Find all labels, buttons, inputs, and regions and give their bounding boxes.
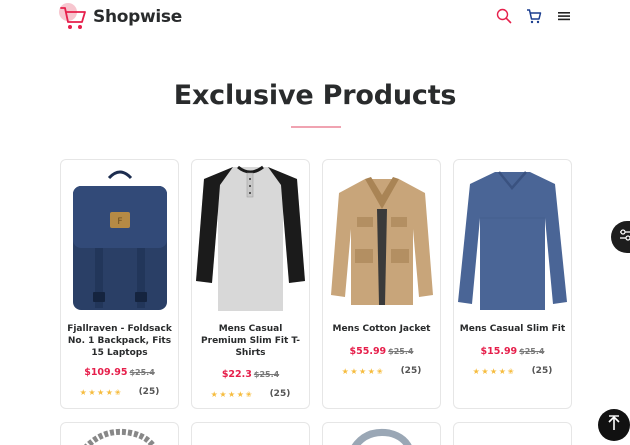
product-old-price: $25.4 (519, 347, 545, 356)
price-row: $22.3 $25.4 (192, 369, 309, 380)
title-underline (291, 126, 341, 128)
brand-logo[interactable]: Shopwise (58, 2, 182, 32)
product-image-bracelet[interactable] (61, 423, 178, 445)
menu-icon[interactable] (556, 8, 572, 24)
review-count: (25) (400, 366, 422, 376)
header-actions (496, 8, 572, 24)
product-image-jacket[interactable] (323, 160, 440, 317)
product-card[interactable] (60, 422, 179, 445)
product-old-price: $25.4 (129, 368, 155, 377)
product-name[interactable]: Mens Casual Slim Fit (454, 317, 571, 335)
product-price: $55.99 (349, 346, 387, 357)
scroll-to-top-button[interactable] (598, 409, 630, 441)
product-card[interactable] (191, 422, 310, 445)
product-card[interactable] (322, 422, 441, 445)
product-name[interactable]: Fjallraven - Foldsack No. 1 Backpack, Fi… (61, 317, 178, 359)
cart-icon[interactable] (526, 8, 542, 24)
shopping-cart-logo-icon (58, 2, 90, 32)
product-image-backpack[interactable]: F (61, 160, 178, 317)
product-card[interactable] (453, 422, 572, 445)
product-rating: ★★★★✬ (25) (61, 387, 178, 397)
product-price: $109.95 (84, 367, 128, 378)
star-rating-icon: ★★★★✬ (210, 389, 254, 399)
product-image-ring[interactable] (323, 423, 440, 445)
product-image-tshirt[interactable] (192, 160, 309, 317)
price-row: $55.99 $25.4 (323, 346, 440, 357)
product-rating: ★★★★✬ (25) (323, 366, 440, 376)
product-card[interactable]: Mens Casual Slim Fit $15.99 $25.4 ★★★★✬ (… (453, 159, 572, 409)
product-price: $15.99 (480, 346, 518, 357)
section-title: Exclusive Products (173, 80, 457, 111)
price-row: $15.99 $25.4 (454, 346, 571, 357)
arrow-up-icon (607, 414, 621, 436)
star-rating-icon: ★★★★✬ (341, 366, 385, 376)
search-icon[interactable] (496, 8, 512, 24)
star-rating-icon: ★★★★✬ (79, 387, 123, 397)
review-count: (25) (531, 366, 553, 376)
product-rating: ★★★★✬ (25) (192, 389, 309, 399)
filter-toggle-button[interactable] (611, 221, 630, 253)
site-header: Shopwise (0, 0, 630, 34)
product-rating: ★★★★✬ (25) (454, 366, 571, 376)
product-image-longsleeve[interactable] (454, 160, 571, 317)
product-card[interactable]: F Fjallraven - Foldsack No. 1 Backpack, … (60, 159, 179, 409)
product-price: $22.3 (221, 369, 252, 380)
product-card[interactable]: Mens Cotton Jacket $55.99 $25.4 ★★★★✬ (25… (322, 159, 441, 409)
review-count: (25) (138, 387, 160, 397)
product-card[interactable]: Mens Casual Premium Slim Fit T-Shirts $2… (191, 159, 310, 409)
brand-name: Shopwise (93, 7, 182, 27)
star-rating-icon: ★★★★✬ (472, 366, 516, 376)
product-name[interactable]: Mens Cotton Jacket (323, 317, 440, 335)
price-row: $109.95 $25.4 (61, 367, 178, 378)
product-old-price: $25.4 (253, 370, 280, 379)
sliders-icon (619, 228, 630, 247)
svg-text:F: F (117, 217, 122, 227)
review-count: (25) (269, 389, 291, 399)
product-name[interactable]: Mens Casual Premium Slim Fit T-Shirts (192, 317, 309, 359)
product-old-price: $25.4 (388, 347, 414, 356)
